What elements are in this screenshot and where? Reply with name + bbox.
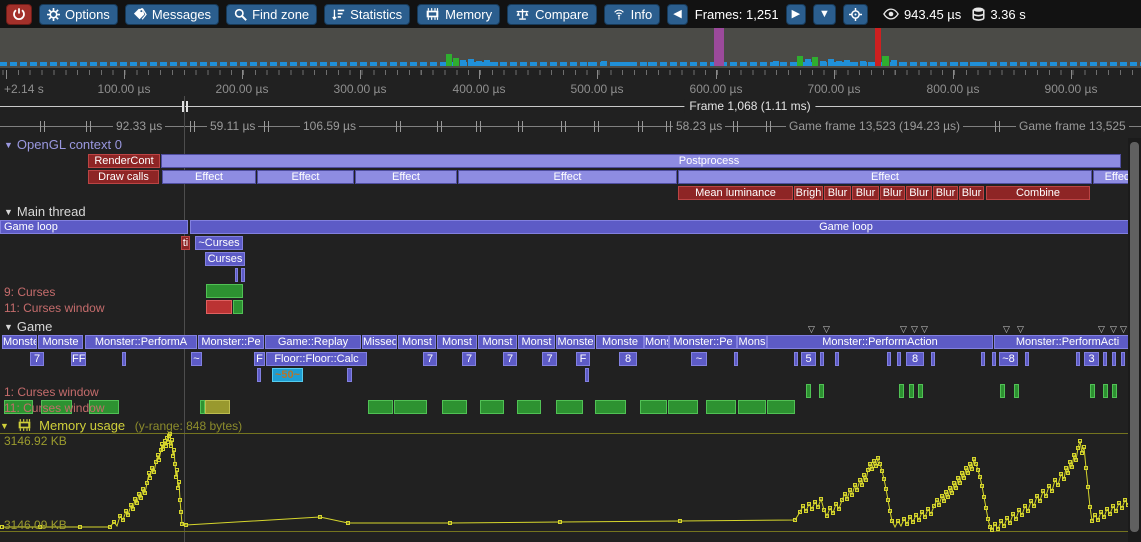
toolbar-button-label: Info (631, 7, 653, 22)
thread-name: Game (17, 319, 52, 334)
toolbar-button-label: Statistics (350, 7, 402, 22)
view-time-value: 943.45 µs (904, 7, 961, 22)
scrollbar-thumb[interactable] (1130, 142, 1139, 532)
eye-icon (883, 8, 899, 20)
toolbar-button-label: Messages (152, 7, 211, 22)
next-frame-button[interactable]: ▶ (786, 4, 806, 25)
message-marker-icon[interactable]: ▽ (1110, 325, 1117, 334)
lock-label[interactable]: 11: Curses window (4, 401, 105, 415)
collapse-icon: ▼ (4, 140, 13, 150)
toolbar-button-find-zone[interactable]: Find zone (226, 4, 317, 25)
toolbar-button-label: Compare (535, 7, 588, 22)
message-marker-icon[interactable]: ▽ (900, 325, 907, 334)
message-marker-icon[interactable]: ▽ (1120, 325, 1127, 334)
stats-icon (332, 8, 345, 21)
lock-label[interactable]: 1: Curses window (4, 385, 99, 399)
message-marker-icon[interactable]: ▽ (823, 325, 830, 334)
memory-section-title: Memory usage (39, 418, 125, 433)
search-icon (234, 8, 247, 21)
message-marker-icon[interactable]: ▽ (911, 325, 918, 334)
collapse-icon: ▼ (4, 322, 13, 332)
tracy-profiler-window: Options Messages Find zone Statistics Memory… (0, 0, 1141, 542)
message-marker-icon[interactable]: ▽ (921, 325, 928, 334)
collapse-icon: ▼ (4, 207, 13, 217)
memory-section-header[interactable]: ▼ Memory usage (y-range: 848 bytes) (0, 418, 242, 434)
crosshair-icon (849, 8, 862, 21)
message-marker-icon[interactable]: ▽ (1017, 325, 1024, 334)
toolbar: Options Messages Find zone Statistics Memory… (0, 0, 1141, 28)
message-marker-icon[interactable]: ▽ (808, 325, 815, 334)
toolbar-button-statistics[interactable]: Statistics (324, 4, 410, 25)
lock-label[interactable]: 9: Curses (4, 285, 55, 299)
database-icon (972, 7, 985, 21)
capture-time-value: 3.36 s (990, 7, 1025, 22)
message-marker-icon[interactable]: ▽ (1003, 325, 1010, 334)
toolbar-button-label: Find zone (252, 7, 309, 22)
toolbar-button-power[interactable] (6, 4, 32, 25)
lock-label[interactable]: 11: Curses window (4, 301, 105, 315)
tags-icon (133, 8, 147, 21)
toolbar-buttons: Options Messages Find zone Statistics Memory… (6, 4, 660, 25)
memory-chip-icon (17, 419, 32, 434)
thread-name: OpenGL context 0 (17, 137, 122, 152)
frame-dropdown-button[interactable]: ▼ (813, 4, 836, 25)
prev-frame-button[interactable]: ◀ (667, 4, 687, 25)
toolbar-button-info[interactable]: Info (604, 4, 661, 25)
thread-header-game[interactable]: ▼ Game (4, 319, 52, 334)
toolbar-button-compare[interactable]: Compare (507, 4, 596, 25)
memory-range-note: (y-range: 848 bytes) (135, 419, 242, 433)
scales-icon (515, 8, 530, 21)
frames-counter: Frames: 1,251 (695, 7, 779, 22)
fingerprint-icon (612, 8, 626, 21)
thread-header-main-thread[interactable]: ▼ Main thread (4, 204, 86, 219)
message-marker-icon[interactable]: ▽ (1098, 325, 1105, 334)
memchip-icon (425, 8, 440, 20)
goto-frame-button[interactable] (843, 4, 868, 25)
toolbar-button-label: Options (65, 7, 110, 22)
toolbar-button-memory[interactable]: Memory (417, 4, 500, 25)
memory-min-label: 3146.09 KB (4, 518, 67, 532)
gear-icon (47, 8, 60, 21)
toolbar-button-options[interactable]: Options (39, 4, 118, 25)
collapse-icon: ▼ (0, 421, 9, 431)
thread-name: Main thread (17, 204, 86, 219)
memory-usage-chart[interactable] (0, 0, 1141, 542)
thread-header-opengl-context-0[interactable]: ▼ OpenGL context 0 (4, 137, 122, 152)
toolbar-button-messages[interactable]: Messages (125, 4, 219, 25)
power-icon (12, 7, 26, 21)
scrollbar-track[interactable] (1128, 138, 1141, 542)
toolbar-button-label: Memory (445, 7, 492, 22)
memory-max-label: 3146.92 KB (4, 434, 67, 448)
